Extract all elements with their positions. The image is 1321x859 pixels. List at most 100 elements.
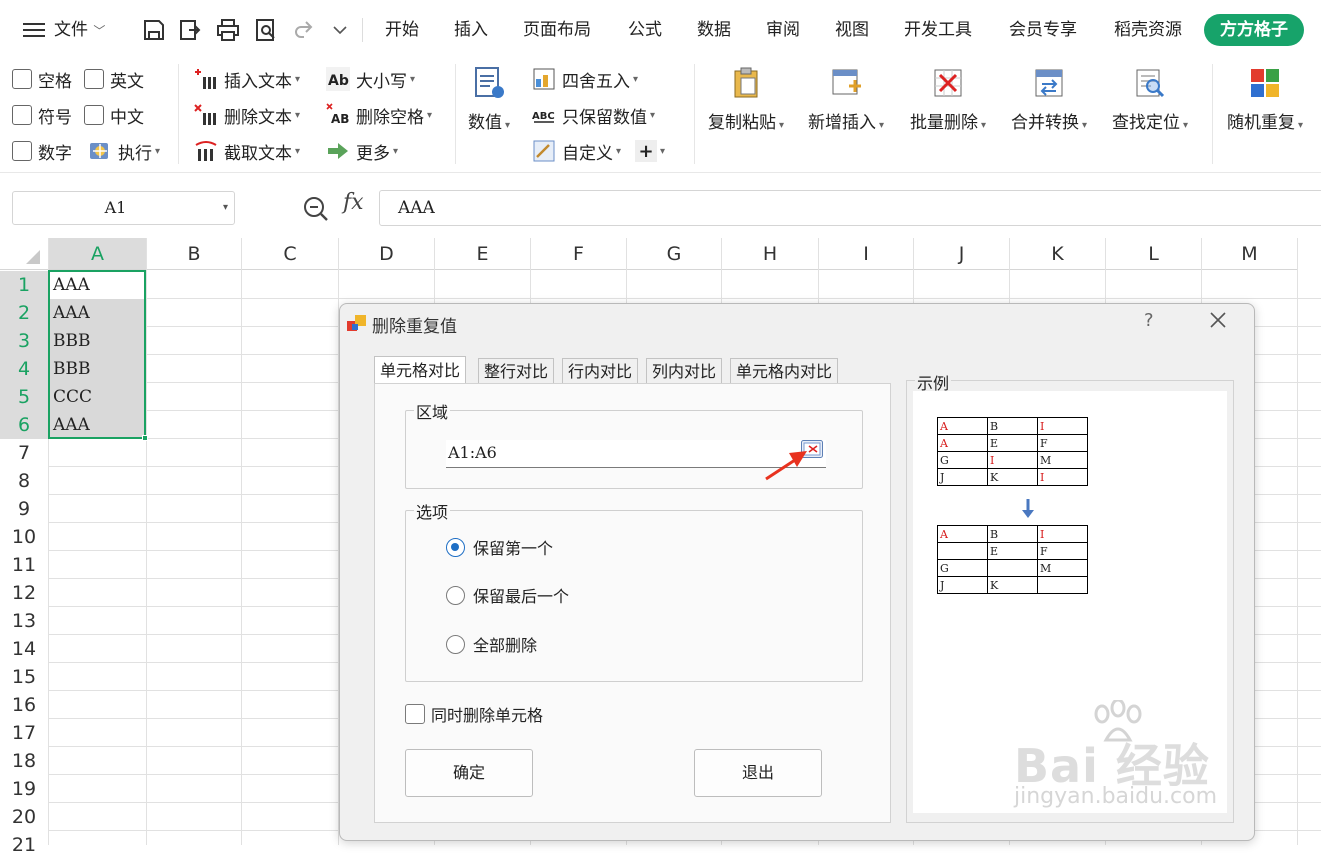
random-repeat-button[interactable]: 随机重复 ▾ xyxy=(1227,66,1303,133)
row-header-20[interactable]: 20 xyxy=(0,803,48,831)
row-header-4[interactable]: 4 xyxy=(0,355,48,383)
tab-review[interactable]: 审阅 xyxy=(766,15,800,45)
fx-icon[interactable]: fx xyxy=(343,190,364,215)
close-icon[interactable] xyxy=(1206,308,1230,332)
redo-icon[interactable] xyxy=(290,14,318,46)
ribbon-check-symbol[interactable]: 符号 xyxy=(12,101,72,129)
radio-keep-first[interactable]: 保留第一个 xyxy=(446,535,553,559)
export-icon[interactable] xyxy=(176,14,204,46)
row-header-1[interactable]: 1 xyxy=(0,271,48,299)
column-header-d[interactable]: D xyxy=(339,238,434,270)
ribbon-check-number[interactable]: 数字 xyxy=(12,137,72,165)
checkbox[interactable] xyxy=(12,141,32,161)
insert-text-button[interactable]: 插入文本 ▾ xyxy=(194,65,300,93)
tab-in-row-compare[interactable]: 行内对比 xyxy=(562,358,639,385)
row-header-10[interactable]: 10 xyxy=(0,523,48,551)
fill-handle[interactable] xyxy=(142,435,148,441)
save-icon[interactable] xyxy=(140,14,168,46)
keep-value-button[interactable]: ABC 只保留数值 ▾ xyxy=(532,101,655,129)
column-header-f[interactable]: F xyxy=(531,238,626,270)
row-header-5[interactable]: 5 xyxy=(0,383,48,411)
ribbon-check-english[interactable]: 英文 xyxy=(84,65,144,93)
row-header-19[interactable]: 19 xyxy=(0,775,48,803)
row-header-15[interactable]: 15 xyxy=(0,663,48,691)
checkbox[interactable] xyxy=(12,105,32,125)
row-header-12[interactable]: 12 xyxy=(0,579,48,607)
execute-button[interactable]: 执行 ▾ xyxy=(88,137,160,165)
tab-developer[interactable]: 开发工具 xyxy=(904,15,972,45)
radio-keep-last[interactable]: 保留最后一个 xyxy=(446,583,569,607)
column-header-b[interactable]: B xyxy=(147,238,241,270)
delete-cells-checkbox[interactable]: 同时删除单元格 xyxy=(405,702,543,726)
round-button[interactable]: 四舍五入 ▾ xyxy=(532,65,638,93)
plus-icon[interactable]: + xyxy=(635,140,658,162)
tab-view[interactable]: 视图 xyxy=(835,15,869,45)
column-header-l[interactable]: L xyxy=(1106,238,1201,270)
radio-button[interactable] xyxy=(446,585,465,605)
column-header-h[interactable]: H xyxy=(722,238,818,270)
row-header-16[interactable]: 16 xyxy=(0,691,48,719)
tab-page-layout[interactable]: 页面布局 xyxy=(523,15,591,45)
help-icon[interactable]: ? xyxy=(1144,310,1154,331)
caret-down-icon[interactable]: ▾ xyxy=(223,192,228,224)
row-header-7[interactable]: 7 xyxy=(0,439,48,467)
file-menu[interactable]: 文件 ﹀ xyxy=(54,15,105,45)
find-locate-button[interactable]: 查找定位 ▾ xyxy=(1112,66,1188,133)
exit-button[interactable]: 退出 xyxy=(694,749,822,797)
column-header-i[interactable]: I xyxy=(819,238,913,270)
hamburger-menu-icon[interactable] xyxy=(20,14,48,46)
name-box[interactable]: A1 ▾ xyxy=(12,191,235,225)
row-header-11[interactable]: 11 xyxy=(0,551,48,579)
row-header-17[interactable]: 17 xyxy=(0,719,48,747)
tab-insert[interactable]: 插入 xyxy=(454,15,488,45)
column-header-m[interactable]: M xyxy=(1202,238,1297,270)
copy-paste-button[interactable]: 复制粘贴 ▾ xyxy=(708,66,784,133)
quick-access-dropdown-icon[interactable] xyxy=(328,14,352,46)
tab-formulas[interactable]: 公式 xyxy=(628,15,662,45)
row-header-9[interactable]: 9 xyxy=(0,495,48,523)
zoom-icon[interactable] xyxy=(302,195,330,223)
tab-docer[interactable]: 稻壳资源 xyxy=(1114,15,1182,45)
row-header-8[interactable]: 8 xyxy=(0,467,48,495)
row-header-18[interactable]: 18 xyxy=(0,747,48,775)
delete-text-button[interactable]: 删除文本 ▾ xyxy=(194,101,300,129)
row-header-21[interactable]: 21 xyxy=(0,831,48,859)
print-preview-icon[interactable] xyxy=(252,14,280,46)
cut-text-button[interactable]: 截取文本 ▾ xyxy=(194,137,300,165)
column-header-e[interactable]: E xyxy=(435,238,530,270)
radio-button[interactable] xyxy=(446,537,465,557)
new-insert-button[interactable]: 新增插入 ▾ xyxy=(808,66,884,133)
checkbox[interactable] xyxy=(84,105,104,125)
ribbon-check-chinese[interactable]: 中文 xyxy=(84,101,144,129)
case-button[interactable]: Ab 大小写 ▾ xyxy=(326,65,415,93)
merge-convert-button[interactable]: 合并转换 ▾ xyxy=(1011,66,1087,133)
ribbon-check-space[interactable]: 空格 xyxy=(12,65,72,93)
row-header-13[interactable]: 13 xyxy=(0,607,48,635)
tab-data[interactable]: 数据 xyxy=(697,15,731,45)
tab-fangfang[interactable]: 方方格子 xyxy=(1204,14,1304,46)
radio-delete-all[interactable]: 全部删除 xyxy=(446,632,537,656)
tab-in-cell-compare[interactable]: 单元格内对比 xyxy=(730,358,839,385)
checkbox[interactable] xyxy=(84,69,104,89)
column-header-c[interactable]: C xyxy=(242,238,338,270)
formula-input[interactable]: AAA xyxy=(379,190,1321,226)
column-header-a[interactable]: A xyxy=(49,238,146,270)
tab-row-compare[interactable]: 整行对比 xyxy=(478,358,555,385)
tab-home[interactable]: 开始 xyxy=(385,15,419,45)
column-header-j[interactable]: J xyxy=(914,238,1009,270)
select-all-corner[interactable] xyxy=(0,238,48,270)
column-header-k[interactable]: K xyxy=(1010,238,1105,270)
value-button[interactable]: 数值 ▾ xyxy=(468,66,510,133)
batch-delete-button[interactable]: 批量删除 ▾ xyxy=(910,66,986,133)
row-header-6[interactable]: 6 xyxy=(0,411,48,439)
more-button[interactable]: 更多 ▾ xyxy=(326,137,398,165)
tab-in-column-compare[interactable]: 列内对比 xyxy=(646,358,723,385)
column-header-g[interactable]: G xyxy=(627,238,721,270)
custom-button[interactable]: 自定义 ▾ + ▾ xyxy=(532,137,665,165)
print-icon[interactable] xyxy=(214,14,242,46)
row-header-14[interactable]: 14 xyxy=(0,635,48,663)
tab-member[interactable]: 会员专享 xyxy=(1009,15,1077,45)
checkbox[interactable] xyxy=(12,69,32,89)
row-header-2[interactable]: 2 xyxy=(0,299,48,327)
checkbox[interactable] xyxy=(405,704,425,724)
